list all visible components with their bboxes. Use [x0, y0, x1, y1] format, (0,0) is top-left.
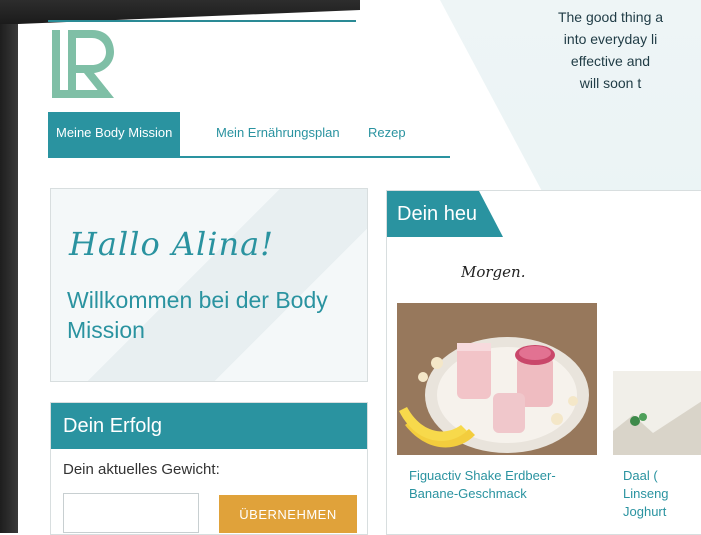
- main-nav: Meine Body Mission Mein Ernährungsplan R…: [48, 112, 450, 158]
- nav-item-body-mission[interactable]: Meine Body Mission: [48, 112, 181, 156]
- recipe-name-line: Daal (: [623, 468, 658, 483]
- promo-line: will soon t: [579, 75, 642, 91]
- success-title: Dein Erfolg: [51, 403, 367, 449]
- daily-plan-card: Dein heu Morgen. Figuactiv Shake Erdbeer…: [386, 190, 701, 535]
- nav-item-nutrition-plan[interactable]: Mein Ernährungsplan: [216, 112, 340, 156]
- header-rule: [48, 20, 356, 22]
- promo-line: effective and: [570, 53, 651, 69]
- welcome-message: Willkommen bei der Body Mission: [67, 287, 328, 343]
- recipe-name[interactable]: Figuactiv Shake Erdbeer-Banane-Geschmack: [409, 467, 589, 503]
- recipe-image-daal[interactable]: [613, 371, 701, 455]
- weight-label: Dein aktuelles Gewicht:: [63, 461, 220, 478]
- recipe-image-shake[interactable]: [397, 303, 597, 455]
- apply-button[interactable]: ÜBERNEHMEN: [219, 495, 357, 533]
- lr-logo[interactable]: [48, 28, 124, 106]
- meal-label: Morgen.: [461, 263, 526, 281]
- promo-text: The good thing a into everyday li effect…: [520, 6, 701, 94]
- success-card: Dein Erfolg Dein aktuelles Gewicht: ÜBER…: [50, 402, 368, 535]
- recipe-name[interactable]: Daal ( Linseng Joghurt: [623, 467, 701, 521]
- recipe-name-line: Linseng: [623, 486, 669, 501]
- greeting: Hallo Alina!: [69, 225, 275, 263]
- promo-line: into everyday li: [563, 31, 658, 47]
- recipe-name-line: Joghurt: [623, 504, 667, 519]
- daily-plan-title: Dein heu: [387, 191, 503, 237]
- weight-input[interactable]: [63, 493, 199, 533]
- promo-line: The good thing a: [557, 9, 664, 25]
- nav-item-recipes[interactable]: Rezep: [368, 112, 450, 156]
- welcome-card: Hallo Alina! Willkommen bei der Body Mis…: [50, 188, 368, 382]
- device-frame-left: [0, 0, 18, 533]
